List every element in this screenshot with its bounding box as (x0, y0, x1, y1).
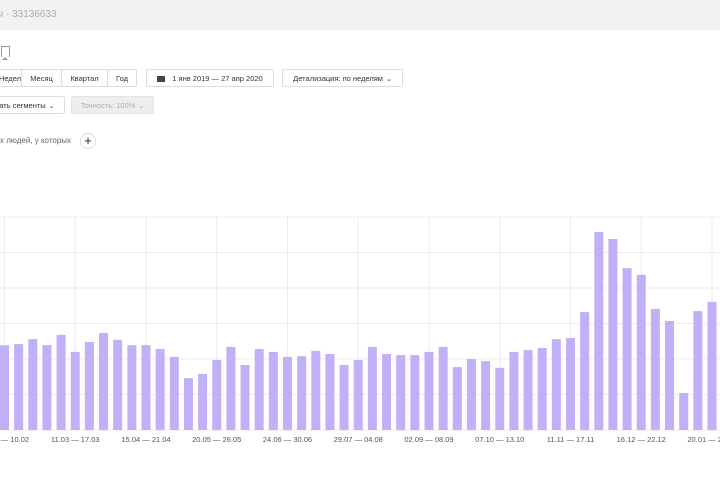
bar[interactable] (410, 355, 420, 430)
bar[interactable] (452, 367, 462, 430)
segments-label: Выбрать сегменты (0, 101, 46, 110)
bar[interactable] (297, 356, 307, 430)
bar[interactable] (566, 338, 575, 430)
period-year-button[interactable]: Год (107, 69, 137, 87)
x-tick-label: 20.01 — 26.01 (687, 435, 720, 444)
period-quarter-button[interactable]: Квартал (61, 69, 108, 87)
x-tick-label: 11.03 — 17.03 (51, 435, 100, 444)
bar[interactable] (481, 361, 491, 430)
x-tick-label: 04.02 — 10.02 (0, 435, 29, 444)
detail-dropdown[interactable]: Детализация: по неделям ⌄ (282, 69, 403, 87)
bar[interactable] (679, 393, 689, 430)
bar[interactable] (226, 346, 236, 430)
bar[interactable] (367, 346, 377, 430)
date-range-label: 1 янв 2019 — 27 апр 2020 (172, 74, 263, 83)
bar[interactable] (198, 373, 208, 430)
bar[interactable] (99, 333, 109, 430)
segment-condition-text: х людей, у которых (0, 136, 72, 145)
bar[interactable] (339, 365, 349, 430)
segments-dropdown[interactable]: Выбрать сегменты⌄ (0, 96, 65, 114)
bar[interactable] (382, 354, 392, 430)
bar[interactable] (268, 351, 278, 430)
bar[interactable] (551, 339, 561, 430)
add-condition-button[interactable]: + (80, 133, 96, 149)
bar[interactable] (665, 321, 675, 430)
bar[interactable] (28, 339, 38, 430)
bar[interactable] (693, 311, 703, 430)
bar[interactable] (594, 231, 604, 430)
bar[interactable] (169, 356, 179, 430)
counter-title: ы · 33136633 (0, 9, 57, 20)
bar[interactable] (608, 239, 618, 430)
bar[interactable] (254, 349, 264, 430)
bar[interactable] (0, 345, 9, 430)
period-month-button[interactable]: Месяц (21, 69, 62, 87)
bar[interactable] (325, 354, 335, 430)
bar[interactable] (311, 350, 321, 430)
chevron-down-icon: ⌄ (138, 103, 145, 110)
x-tick-label: 02.09 — 08.09 (404, 435, 453, 444)
x-tick-label: 07.10 — 13.10 (475, 435, 524, 444)
bar[interactable] (42, 345, 52, 430)
bar[interactable] (495, 367, 505, 430)
bar[interactable] (523, 350, 533, 430)
x-tick-label: 16.12 — 22.12 (617, 435, 666, 444)
detail-label: Детализация: по неделям (293, 74, 383, 83)
bar[interactable] (424, 351, 434, 430)
bar-chart: 04.02 — 10.02 11.03 — 17.03 15.04 — 21.04 2… (0, 216, 720, 444)
bar[interactable] (466, 359, 476, 430)
bar[interactable] (141, 345, 151, 430)
bar[interactable] (113, 339, 123, 430)
bar[interactable] (650, 308, 660, 430)
bar[interactable] (537, 347, 547, 430)
bar[interactable] (240, 365, 250, 430)
bar[interactable] (580, 312, 590, 430)
bar[interactable] (509, 351, 519, 430)
chevron-down-icon: ⌄ (385, 76, 392, 83)
bar[interactable] (127, 345, 137, 430)
date-range-button[interactable]: 1 янв 2019 — 27 апр 2020 (146, 69, 274, 87)
bar[interactable] (622, 268, 632, 430)
bar[interactable] (84, 341, 94, 430)
bar[interactable] (396, 355, 406, 430)
bar[interactable] (70, 351, 80, 430)
bar[interactable] (438, 346, 448, 430)
x-tick-label: 15.04 — 21.04 (121, 435, 170, 444)
bar[interactable] (353, 360, 363, 430)
x-tick-label: 11.11 — 17.11 (547, 435, 595, 444)
bar[interactable] (56, 334, 66, 430)
bookmark-icon[interactable] (1, 46, 10, 60)
x-tick-label: 24.06 — 30.06 (263, 435, 312, 444)
accuracy-label: Точность: 100% (80, 101, 136, 110)
bar[interactable] (636, 274, 646, 430)
chevron-down-icon: ⌄ (48, 103, 55, 110)
accuracy-dropdown[interactable]: Точность: 100% ⌄ (71, 96, 154, 114)
x-tick-label: 29.07 — 04.08 (334, 435, 383, 444)
bar[interactable] (14, 344, 24, 430)
bar[interactable] (183, 378, 193, 430)
bar[interactable] (707, 301, 717, 430)
top-bar: ы · 33136633 (0, 0, 720, 30)
bar[interactable] (212, 360, 222, 430)
x-tick-label: 20.05 — 26.05 (192, 435, 241, 444)
bar[interactable] (283, 356, 292, 430)
bar[interactable] (155, 349, 165, 430)
calendar-icon (157, 76, 166, 82)
